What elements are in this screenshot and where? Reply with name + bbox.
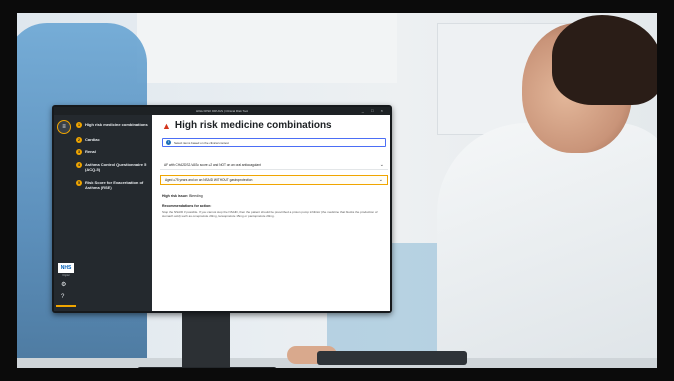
sidebar-item-acq5[interactable]: 4 Asthma Control Questionnaire 5 (ACQ-5) [76,162,149,172]
close-button[interactable]: × [381,108,386,113]
window-titlebar: HIGH RISK DRUGS | Clinical Risk Tool _ □… [54,107,390,115]
window-title: HIGH RISK DRUGS | Clinical Risk Tool [195,109,249,113]
sidebar-item-label: Renal [85,149,96,154]
monitor-base [137,367,277,368]
sidebar-item-label: Asthma Control Questionnaire 5 (ACQ-5) [85,162,147,172]
page-title: ▲ High risk medicine combinations [162,120,332,131]
nhs-logo: NHS [58,263,74,273]
wall-panel [137,13,397,83]
accordion-row-nsaid-gastroprotection[interactable]: Aged ≥75 years and on an NSAID WITHOUT g… [160,175,388,185]
step-number: 3 [76,149,82,155]
chevron-down-icon[interactable]: ⌄ [379,177,383,183]
sidebar-item-label: High risk medicine combinations [85,122,148,127]
sidebar-item-rse[interactable]: 5 Risk Score for Exacerbation of Asthma … [76,180,149,190]
sidebar-item-label: Risk Score for Exacerbation of Asthma (R… [85,180,144,190]
step-number: 2 [76,137,82,143]
nhs-logo-subtitle: Digital [62,274,70,277]
window-controls: _ □ × [362,107,386,115]
info-banner-text: Select items based on the clinical conte… [174,140,229,145]
sidebar-item-renal[interactable]: 3 Renal [76,149,149,155]
keyboard [317,351,467,365]
risk-issue-label: High risk issue: [162,194,189,198]
warning-icon: ▲ [162,120,171,131]
recommendations-text: Stop the NSAID if possible. If you canno… [162,210,378,218]
page-title-text: High risk medicine combinations [174,120,332,131]
recommendations-heading: Recommendations for action: [162,204,212,208]
sidebar-item-cardiac[interactable]: 2 Cardiac [76,137,149,143]
app-window: HIGH RISK DRUGS | Clinical Risk Tool _ □… [54,107,390,311]
maximize-button[interactable]: □ [371,108,376,113]
risk-issue-value: Bleeding [189,194,203,198]
accordion-row-label: Aged ≥75 years and on an NSAID WITHOUT g… [165,178,253,182]
step-number: 5 [76,180,82,186]
doctor-figure [437,123,657,368]
accordion-row-label: AF with CHA2DS2-VASc score ≥2 and NOT on… [164,162,261,167]
accordion-row-af-anticoagulant[interactable]: AF with CHA2DS2-VASc score ≥2 and NOT on… [160,160,388,170]
sidebar-accent-bar [56,305,76,307]
gear-icon[interactable]: ⚙ [61,281,66,289]
main-content: ▲ High risk medicine combinations i Sele… [152,115,390,311]
info-banner: i Select items based on the clinical con… [162,138,386,147]
chevron-down-icon[interactable]: ⌄ [380,162,384,168]
monitor: HIGH RISK DRUGS | Clinical Risk Tool _ □… [52,105,392,313]
help-icon[interactable]: ? [61,293,64,301]
menu-icon[interactable]: ≡ [57,120,71,134]
risk-issue: High risk issue: Bleeding [162,194,203,198]
photo-background: HIGH RISK DRUGS | Clinical Risk Tool _ □… [17,13,657,368]
sidebar: ≡ 1 High risk medicine combinations 2 Ca… [54,115,152,311]
sidebar-item-high-risk-combinations[interactable]: 1 High risk medicine combinations [76,122,149,128]
step-number: 4 [76,162,82,168]
minimize-button[interactable]: _ [362,108,367,113]
sidebar-item-label: Cardiac [85,137,100,142]
step-number: 1 [76,122,82,128]
info-icon: i [166,140,171,145]
monitor-stand [182,313,230,368]
doctor-hair [552,15,657,105]
